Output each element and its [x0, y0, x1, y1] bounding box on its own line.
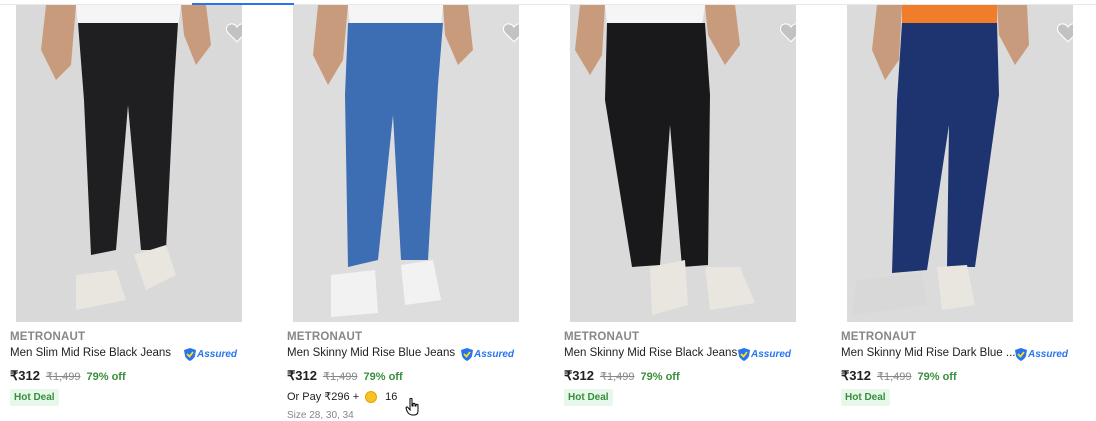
discount-label: 79% off	[86, 371, 126, 383]
price-row: ₹312 ₹1,499 79% off	[564, 368, 680, 384]
assured-shield-icon	[461, 347, 473, 361]
original-price: ₹1,499	[876, 371, 912, 383]
product-image[interactable]	[847, 5, 1073, 322]
product-image[interactable]	[293, 5, 519, 322]
assured-shield-icon	[1015, 347, 1027, 361]
assured-label: Assured	[1028, 348, 1069, 360]
discount-label: 79% off	[640, 371, 680, 383]
product-card[interactable]: METRONAUT Men Slim Mid Rise Black Jeans …	[10, 0, 275, 415]
original-price: ₹1,499	[322, 371, 358, 383]
price-row: ₹312 ₹1,499 79% off	[841, 368, 957, 384]
product-card[interactable]: METRONAUT Men Skinny Mid Rise Black Jean…	[564, 0, 829, 415]
product-brand: METRONAUT	[564, 331, 640, 343]
product-card[interactable]: METRONAUT Men Skinny Mid Rise Dark Blue …	[841, 0, 1096, 415]
wishlist-heart-icon[interactable]	[778, 19, 796, 45]
hand-pointer-cursor-icon	[405, 398, 419, 416]
assured-badge: Assured	[738, 347, 791, 361]
wishlist-heart-icon[interactable]	[224, 19, 242, 45]
price-row: ₹312 ₹1,499 79% off	[287, 368, 403, 384]
size-options: Size 28, 30, 34	[287, 410, 354, 421]
product-brand: METRONAUT	[10, 331, 86, 343]
assured-badge: Assured	[1015, 347, 1068, 361]
assured-badge: Assured	[461, 347, 514, 361]
product-title[interactable]: Men Slim Mid Rise Black Jeans	[10, 347, 185, 359]
product-title[interactable]: Men Skinny Mid Rise Dark Blue ...	[841, 347, 1016, 359]
original-price: ₹1,499	[599, 371, 635, 383]
product-card[interactable]: METRONAUT Men Skinny Mid Rise Blue Jeans…	[287, 0, 552, 421]
assured-label: Assured	[197, 348, 238, 360]
hot-deal-badge: Hot Deal	[564, 389, 613, 406]
assured-label: Assured	[474, 348, 515, 360]
jeans-photo	[847, 5, 1073, 322]
selling-price: ₹312	[564, 368, 594, 383]
selling-price: ₹312	[10, 368, 40, 383]
product-brand: METRONAUT	[841, 331, 917, 343]
coin-count: 16	[385, 390, 398, 403]
assured-shield-icon	[184, 347, 196, 361]
jeans-photo	[570, 5, 796, 322]
product-title[interactable]: Men Skinny Mid Rise Blue Jeans	[287, 347, 462, 359]
original-price: ₹1,499	[45, 371, 81, 383]
price-row: ₹312 ₹1,499 79% off	[10, 368, 126, 384]
discount-label: 79% off	[363, 371, 403, 383]
supercoin-icon	[365, 390, 378, 403]
assured-shield-icon	[738, 347, 750, 361]
jeans-photo	[16, 5, 242, 322]
selling-price: ₹312	[287, 368, 317, 383]
hot-deal-badge: Hot Deal	[10, 389, 59, 406]
product-image[interactable]	[570, 5, 796, 322]
supercoin-offer: Or Pay ₹296 + 16	[287, 390, 397, 403]
product-image[interactable]	[16, 5, 242, 322]
jeans-photo	[293, 5, 519, 322]
or-pay-text: Or Pay ₹296 +	[287, 391, 360, 403]
assured-label: Assured	[751, 348, 792, 360]
selling-price: ₹312	[841, 368, 871, 383]
assured-badge: Assured	[184, 347, 237, 361]
discount-label: 79% off	[917, 371, 957, 383]
product-brand: METRONAUT	[287, 331, 363, 343]
product-title[interactable]: Men Skinny Mid Rise Black Jeans	[564, 347, 739, 359]
hot-deal-badge: Hot Deal	[841, 389, 890, 406]
wishlist-heart-icon[interactable]	[501, 19, 519, 45]
wishlist-heart-icon[interactable]	[1055, 19, 1073, 45]
